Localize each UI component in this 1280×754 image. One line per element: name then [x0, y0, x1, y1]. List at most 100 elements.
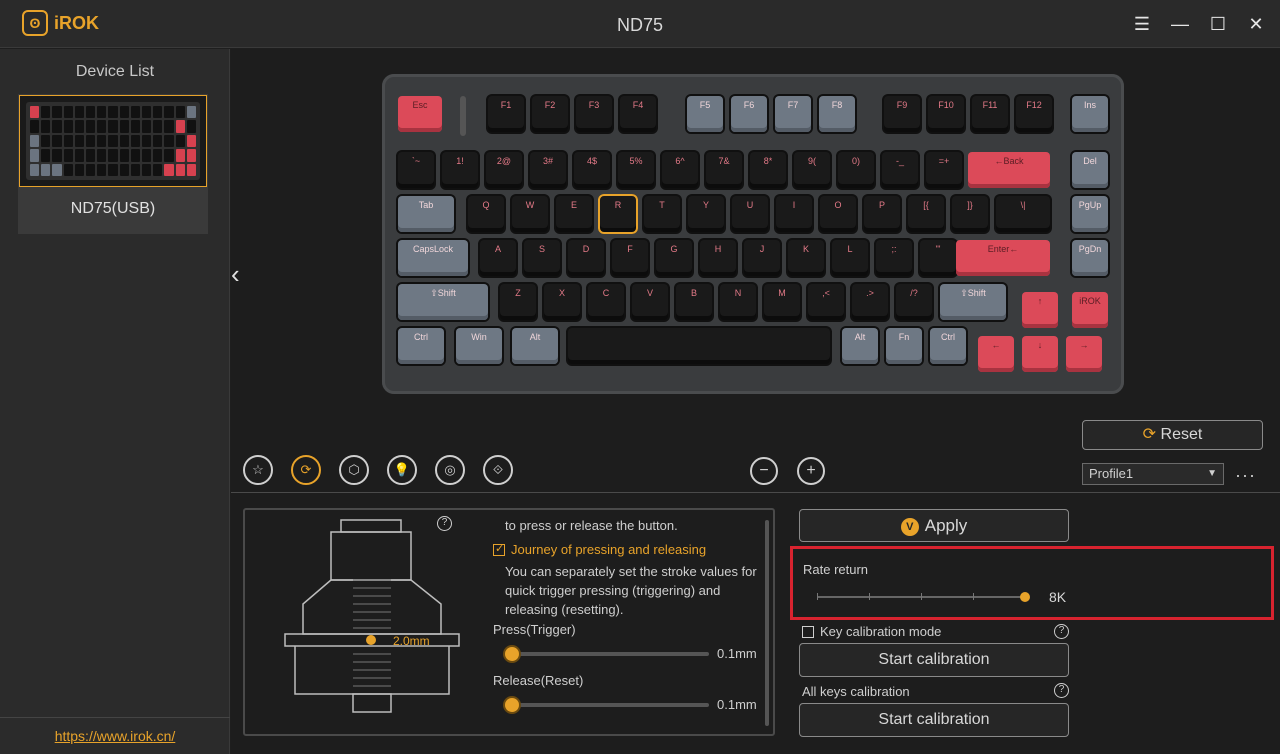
- start-all-keys-calibration-button[interactable]: Start calibration: [799, 703, 1069, 737]
- key-9[interactable]: 9(: [794, 152, 830, 188]
- key-shift[interactable]: ⇧Shift: [940, 284, 1006, 320]
- key-sym66[interactable]: ,<: [808, 284, 844, 320]
- key-sym70[interactable]: ↑: [1022, 292, 1058, 328]
- key-x[interactable]: X: [544, 284, 580, 320]
- website-link[interactable]: https://www.irok.cn/: [0, 728, 230, 744]
- key-n[interactable]: N: [720, 284, 756, 320]
- key-f1[interactable]: F1: [488, 96, 524, 132]
- key-h[interactable]: H: [700, 240, 736, 276]
- key-f3[interactable]: F3: [576, 96, 612, 132]
- key-1[interactable]: 1!: [442, 152, 478, 188]
- key-enter[interactable]: Enter←: [956, 240, 1050, 276]
- key-f7[interactable]: F7: [775, 96, 811, 132]
- key-f9[interactable]: F9: [884, 96, 920, 132]
- release-slider-knob[interactable]: [505, 698, 519, 712]
- key-f10[interactable]: F10: [928, 96, 964, 132]
- key-f5[interactable]: F5: [687, 96, 723, 132]
- more-options-button[interactable]: ···: [1235, 465, 1265, 486]
- key-alt[interactable]: Alt: [512, 328, 558, 364]
- key-calibration-help-icon[interactable]: ?: [1054, 624, 1069, 639]
- key-sym26[interactable]: =+: [926, 152, 962, 188]
- key-capslock[interactable]: CapsLock: [398, 240, 468, 276]
- device-card[interactable]: ND75(USB): [18, 94, 208, 234]
- key-0[interactable]: 0): [838, 152, 874, 188]
- key-r[interactable]: R: [598, 194, 638, 234]
- start-key-calibration-button[interactable]: Start calibration: [799, 643, 1069, 677]
- key-alt[interactable]: Alt: [842, 328, 878, 364]
- key-calibration-checkbox[interactable]: [802, 625, 814, 638]
- minimize-icon[interactable]: —: [1170, 12, 1190, 36]
- key-calibration-option[interactable]: Key calibration mode: [802, 624, 941, 639]
- key-a[interactable]: A: [480, 240, 516, 276]
- rapid-trigger-icon[interactable]: ⟳: [291, 455, 321, 485]
- back-arrow-icon[interactable]: ‹: [231, 259, 249, 295]
- key-f11[interactable]: F11: [972, 96, 1008, 132]
- close-icon[interactable]: ✕: [1246, 12, 1266, 36]
- zoom-out-icon[interactable]: −: [750, 457, 778, 485]
- key-f[interactable]: F: [612, 240, 648, 276]
- favorite-icon[interactable]: ☆: [243, 455, 273, 485]
- key-sym81[interactable]: →: [1066, 336, 1102, 372]
- key-e[interactable]: E: [556, 196, 592, 232]
- rate-return-slider[interactable]: [817, 592, 1030, 602]
- reset-button[interactable]: ⟳ Reset: [1082, 420, 1263, 450]
- key-sym67[interactable]: .>: [852, 284, 888, 320]
- key-fn[interactable]: Fn: [886, 328, 922, 364]
- rate-return-knob[interactable]: [1020, 592, 1030, 602]
- key-p[interactable]: P: [864, 196, 900, 232]
- help-icon[interactable]: ?: [437, 516, 452, 531]
- key-y[interactable]: Y: [688, 196, 724, 232]
- key-5[interactable]: 5%: [618, 152, 654, 188]
- apply-button[interactable]: V Apply: [799, 509, 1069, 542]
- key-sym25[interactable]: -_: [882, 152, 918, 188]
- key-sym55[interactable]: '": [920, 240, 956, 276]
- key-w[interactable]: W: [512, 196, 548, 232]
- key-shift[interactable]: ⇧Shift: [398, 284, 488, 320]
- key-back[interactable]: ←Back: [968, 152, 1050, 188]
- key-g[interactable]: G: [656, 240, 692, 276]
- key-o[interactable]: O: [820, 196, 856, 232]
- release-slider[interactable]: [505, 698, 709, 712]
- key-7[interactable]: 7&: [706, 152, 742, 188]
- lighting-icon[interactable]: 💡: [387, 455, 417, 485]
- key-sym80[interactable]: ↓: [1022, 336, 1058, 372]
- key-f6[interactable]: F6: [731, 96, 767, 132]
- journey-option[interactable]: Journey of pressing and releasing: [493, 542, 706, 557]
- key-sym41[interactable]: ]}: [952, 196, 988, 232]
- key-s[interactable]: S: [524, 240, 560, 276]
- press-slider[interactable]: [505, 647, 709, 661]
- key-v[interactable]: V: [632, 284, 668, 320]
- key-4[interactable]: 4$: [574, 152, 610, 188]
- key-t[interactable]: T: [644, 196, 680, 232]
- key-d[interactable]: D: [568, 240, 604, 276]
- key-f4[interactable]: F4: [620, 96, 656, 132]
- key-sym42[interactable]: \|: [996, 196, 1050, 232]
- key-k[interactable]: K: [788, 240, 824, 276]
- key-ctrl[interactable]: Ctrl: [930, 328, 966, 364]
- key-sym79[interactable]: ←: [978, 336, 1014, 372]
- key-3[interactable]: 3#: [530, 152, 566, 188]
- maximize-icon[interactable]: ☐: [1208, 12, 1228, 36]
- key-6[interactable]: 6^: [662, 152, 698, 188]
- key-i[interactable]: I: [776, 196, 812, 232]
- all-keys-help-icon[interactable]: ?: [1054, 683, 1069, 698]
- key-win[interactable]: Win: [456, 328, 502, 364]
- key-pgdn[interactable]: PgDn: [1072, 240, 1108, 276]
- key-b[interactable]: B: [676, 284, 712, 320]
- key-z[interactable]: Z: [500, 284, 536, 320]
- key-f2[interactable]: F2: [532, 96, 568, 132]
- key-8[interactable]: 8*: [750, 152, 786, 188]
- journey-checkbox[interactable]: [493, 542, 505, 556]
- key-sym54[interactable]: ;:: [876, 240, 912, 276]
- key-f8[interactable]: F8: [819, 96, 855, 132]
- zoom-in-icon[interactable]: +: [797, 457, 825, 485]
- key-tab[interactable]: Tab: [398, 196, 454, 232]
- key-ins[interactable]: Ins: [1072, 96, 1108, 132]
- key-irok[interactable]: iROK: [1072, 292, 1108, 328]
- key-sym68[interactable]: /?: [896, 284, 932, 320]
- key-esc[interactable]: Esc: [398, 96, 442, 132]
- key-sym14[interactable]: `~: [398, 152, 434, 188]
- key-j[interactable]: J: [744, 240, 780, 276]
- key-sym40[interactable]: [{: [908, 196, 944, 232]
- performance-icon[interactable]: ◎: [435, 455, 465, 485]
